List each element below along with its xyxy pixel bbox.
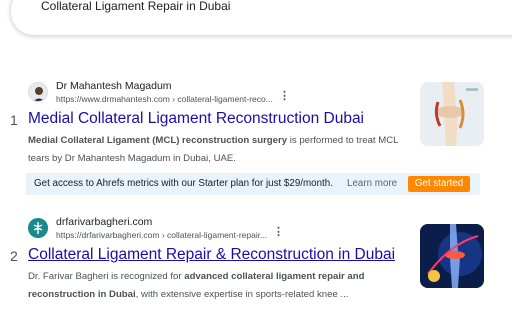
result-url[interactable]: https://drfarivarbagheri.com › collatera…: [56, 230, 267, 240]
snippet-text: Dr. Farivar Bagheri is recognized for: [28, 271, 185, 282]
result-title-link[interactable]: Medial Collateral Ligament Reconstructio…: [28, 110, 364, 128]
search-query-text[interactable]: Collateral Ligament Repair in Dubai: [41, 0, 230, 13]
snippet-bold: Medial Collateral Ligament (MCL) reconst…: [28, 135, 288, 146]
knee-xray-illustration[interactable]: [420, 224, 484, 288]
result-site-name[interactable]: drfarivarbagheri.com: [56, 216, 152, 228]
search-input[interactable]: Collateral Ligament Repair in Dubai: [10, 0, 512, 36]
result-url[interactable]: https://www.drmahantesh.com › collateral…: [56, 94, 273, 104]
knee-ligament-illustration[interactable]: [420, 82, 484, 146]
vertical-dots-icon[interactable]: ⋮: [279, 91, 290, 102]
learn-more-link[interactable]: Learn more: [347, 178, 397, 189]
snippet-text: , with extensive expertise in sports-rel…: [135, 289, 349, 300]
get-started-button[interactable]: Get started: [408, 176, 470, 192]
search-results-page: Collateral Ligament Repair in Dubai 1 Dr…: [0, 0, 512, 309]
ahrefs-promo-bar: Get access to Ahrefs metrics with our St…: [26, 173, 480, 195]
result-snippet: Dr. Farivar Bagheri is recognized for ad…: [28, 268, 418, 304]
result-title-link[interactable]: Collateral Ligament Repair & Reconstruct…: [28, 246, 395, 264]
result-site-name[interactable]: Dr Mahantesh Magadum: [56, 80, 172, 92]
ahrefs-message: Get access to Ahrefs metrics with our St…: [34, 178, 333, 189]
doctor-portrait-icon[interactable]: [28, 82, 48, 102]
result-snippet: Medial Collateral Ligament (MCL) reconst…: [28, 132, 418, 168]
result-rank: 1: [10, 112, 18, 128]
vertical-dots-icon[interactable]: ⋮: [273, 227, 284, 238]
medical-logo-icon[interactable]: [28, 218, 48, 238]
result-rank: 2: [10, 248, 18, 264]
